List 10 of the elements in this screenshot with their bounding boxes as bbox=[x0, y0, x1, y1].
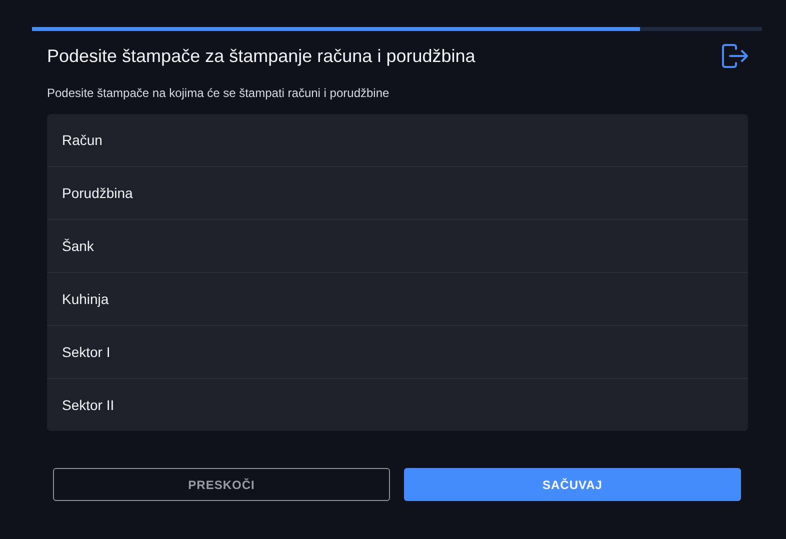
printer-item[interactable]: Sektor I bbox=[47, 325, 748, 378]
logout-icon[interactable] bbox=[722, 44, 748, 68]
printer-item[interactable]: Kuhinja bbox=[47, 272, 748, 325]
subtitle: Podesite štampače na kojima će se štampati računi i porudžbine bbox=[47, 86, 390, 100]
page-title: Podesite štampače za štampanje računa i porudžbina bbox=[47, 46, 476, 66]
printer-item[interactable]: Šank bbox=[47, 219, 748, 272]
printer-item[interactable]: Sektor II bbox=[47, 378, 748, 431]
skip-button[interactable]: PRESKOČI bbox=[53, 468, 390, 501]
printer-item[interactable]: Račun bbox=[47, 114, 748, 166]
printer-item[interactable]: Porudžbina bbox=[47, 166, 748, 219]
